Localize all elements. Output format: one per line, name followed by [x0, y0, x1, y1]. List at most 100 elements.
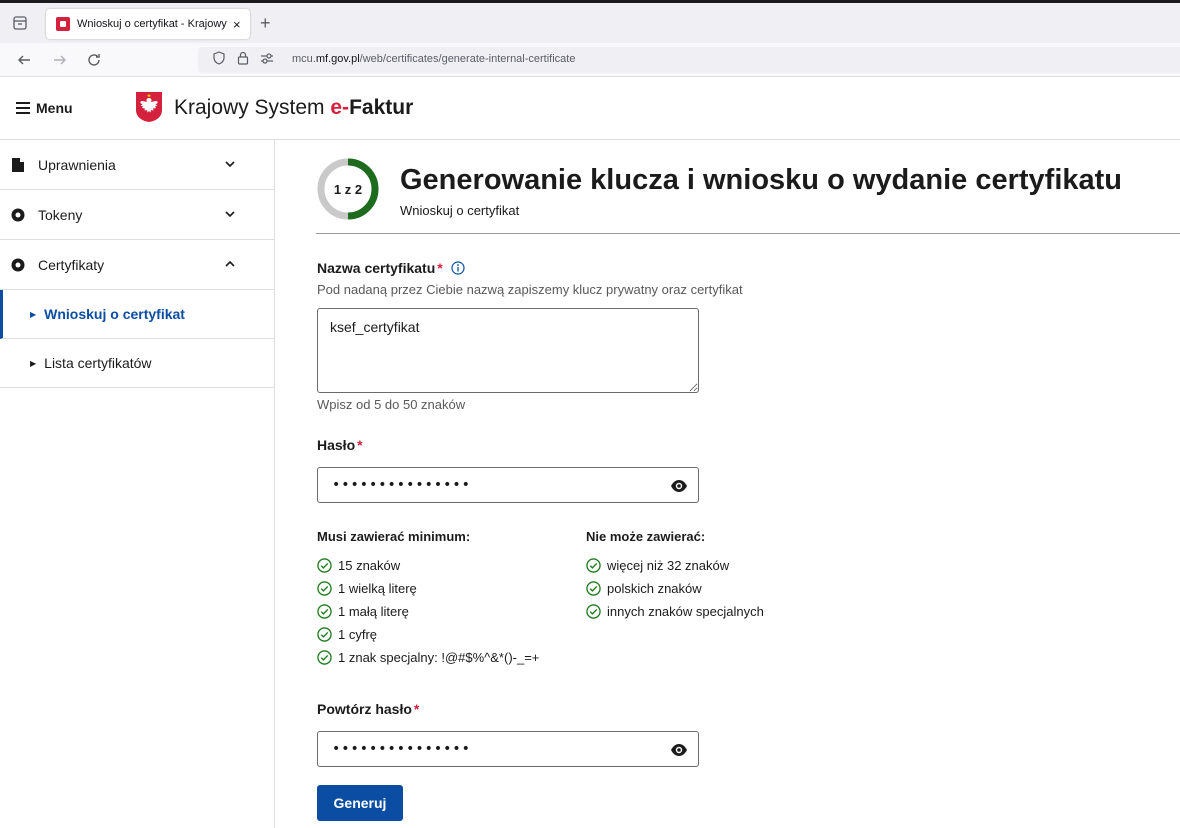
sidebar-subitem-label: Lista certyfikatów — [44, 355, 152, 371]
sidebar-item-tokeny[interactable]: Tokeny — [0, 190, 274, 240]
sidebar-subitem-label: Wnioskuj o certyfikat — [44, 306, 185, 322]
rule-text: 1 znak specjalny: !@#$%^&*()-_=+ — [338, 650, 540, 665]
url-host-domain: mf.gov.pl — [315, 53, 360, 65]
chevron-down-icon — [225, 211, 235, 218]
reload-icon[interactable] — [86, 52, 102, 68]
hamburger-icon — [16, 102, 30, 114]
sidebar-subitem-lista[interactable]: ▶ Lista certyfikatów — [0, 339, 274, 388]
brand-prefix: Krajowy System — [174, 96, 331, 119]
sidebar-subitem-wnioskuj[interactable]: ▶ Wnioskuj o certyfikat — [0, 290, 274, 339]
rule-item: polskich znaków — [586, 577, 764, 600]
url-host-prefix: mcu. — [292, 53, 316, 65]
check-circle-icon — [586, 581, 601, 596]
page-title: Generowanie klucza i wniosku o wydanie c… — [400, 164, 1122, 196]
check-circle-icon — [317, 650, 332, 665]
cert-name-input[interactable]: ksef_certyfikat — [317, 308, 699, 393]
rule-item: 15 znaków — [317, 554, 539, 577]
new-tab-icon[interactable]: + — [260, 13, 271, 34]
info-icon[interactable] — [451, 261, 465, 275]
url-text[interactable]: mcu.mf.gov.pl/web/certificates/generate-… — [292, 53, 575, 65]
rule-item: 1 znak specjalny: !@#$%^&*()-_=+ — [317, 646, 539, 669]
cert-name-hint: Wpisz od 5 do 50 znaków — [317, 397, 466, 412]
page-subtitle: Wnioskuj o certyfikat — [400, 203, 520, 218]
rule-text: innych znaków specjalnych — [607, 604, 764, 619]
menu-label: Menu — [36, 100, 73, 116]
cert-name-label: Nazwa certyfikatu * — [317, 260, 465, 276]
url-path: /web/certificates/generate-internal-cert… — [359, 53, 576, 65]
check-circle-icon — [586, 558, 601, 573]
rule-text: 1 małą literę — [338, 604, 409, 619]
rule-text: 15 znaków — [338, 558, 401, 573]
browser-tab[interactable]: Wnioskuj o certyfikat - Krajowy × — [46, 9, 250, 39]
required-mark: * — [413, 701, 420, 717]
password-repeat-masked-value: ••••••••••••••• — [332, 741, 471, 757]
sidebar-item-label: Tokeny — [38, 206, 83, 223]
rules-must-list: 15 znaków 1 wielką literę 1 małą literę … — [317, 554, 539, 669]
step-indicator: 1 z 2 — [333, 181, 363, 197]
menu-button[interactable]: Menu — [16, 100, 73, 116]
browser-tab-bar: Wnioskuj o certyfikat - Krajowy × + — [0, 3, 1180, 43]
rule-text: polskich znaków — [607, 581, 702, 596]
generate-button[interactable]: Generuj — [317, 785, 403, 821]
cert-name-description: Pod nadaną przez Ciebie nazwą zapiszemy … — [317, 282, 743, 297]
eye-icon[interactable] — [670, 742, 688, 758]
rule-item: 1 cyfrę — [317, 623, 539, 646]
rules-cannot-list: więcej niż 32 znaków polskich znaków inn… — [586, 554, 764, 623]
tab-close-icon[interactable]: × — [233, 17, 241, 32]
lock-icon[interactable] — [236, 51, 250, 65]
rule-item: 1 wielką literę — [317, 577, 539, 600]
sidebar-item-uprawnienia[interactable]: Uprawnienia — [0, 140, 274, 190]
main-content: 1 z 2 Generowanie klucza i wniosku o wyd… — [316, 140, 1180, 828]
permissions-icon[interactable] — [260, 51, 274, 65]
back-arrow-icon[interactable] — [16, 52, 32, 68]
password-label: Hasło * — [317, 437, 363, 453]
check-circle-icon — [317, 581, 332, 596]
rule-text: 1 cyfrę — [338, 627, 378, 642]
rule-text: więcej niż 32 znaków — [607, 558, 730, 573]
password-repeat-label-text: Powtórz hasło — [317, 701, 412, 717]
required-mark: * — [437, 260, 443, 276]
sidebar-item-label: Uprawnienia — [38, 156, 116, 173]
sidebar-item-label: Certyfikaty — [38, 256, 105, 273]
password-repeat-input[interactable]: ••••••••••••••• — [317, 731, 699, 767]
sidebar: Uprawnienia Tokeny Certyfikaty ▶ Wniosku… — [0, 140, 275, 828]
circle-icon — [10, 207, 26, 223]
check-circle-icon — [317, 558, 332, 573]
triangle-right-icon: ▶ — [30, 358, 37, 368]
password-label-text: Hasło — [317, 437, 356, 453]
site-brand[interactable]: Krajowy System e-Faktur — [174, 96, 413, 120]
check-circle-icon — [317, 604, 332, 619]
triangle-right-icon: ▶ — [30, 309, 37, 319]
check-circle-icon — [317, 627, 332, 642]
divider — [316, 233, 1180, 234]
url-bar[interactable]: mcu.mf.gov.pl/web/certificates/generate-… — [198, 47, 1180, 73]
forward-arrow-icon[interactable] — [52, 52, 68, 68]
check-circle-icon — [586, 604, 601, 619]
rules-cannot-heading: Nie może zawierać: — [586, 529, 706, 544]
site-header: Menu Krajowy System e-Faktur — [0, 77, 1180, 140]
required-mark: * — [357, 437, 363, 453]
tab-title: Wnioskuj o certyfikat - Krajowy — [77, 18, 227, 30]
shield-icon[interactable] — [212, 51, 226, 65]
password-input[interactable]: ••••••••••••••• — [317, 467, 699, 503]
browser-nav-bar: mcu.mf.gov.pl/web/certificates/generate-… — [0, 43, 1180, 77]
circle-icon — [10, 257, 26, 273]
cert-name-label-text: Nazwa certyfikatu — [317, 260, 436, 276]
rule-item: innych znaków specjalnych — [586, 600, 764, 623]
rule-item: więcej niż 32 znaków — [586, 554, 764, 577]
rule-text: 1 wielką literę — [338, 581, 417, 596]
brand-e: e- — [330, 96, 350, 119]
tab-list-icon[interactable] — [12, 15, 28, 31]
chevron-up-icon — [225, 260, 235, 267]
rule-item: 1 małą literę — [317, 600, 539, 623]
chevron-down-icon — [225, 161, 235, 168]
password-masked-value: ••••••••••••••• — [332, 477, 471, 493]
eye-icon[interactable] — [670, 478, 688, 494]
sidebar-item-certyfikaty[interactable]: Certyfikaty — [0, 240, 274, 290]
favicon-icon — [56, 17, 70, 31]
eagle-emblem-logo — [136, 92, 162, 122]
document-icon — [10, 157, 26, 173]
brand-faktur: Faktur — [349, 96, 414, 119]
rules-must-heading: Musi zawierać minimum: — [317, 529, 471, 544]
password-repeat-label: Powtórz hasło * — [317, 701, 419, 717]
